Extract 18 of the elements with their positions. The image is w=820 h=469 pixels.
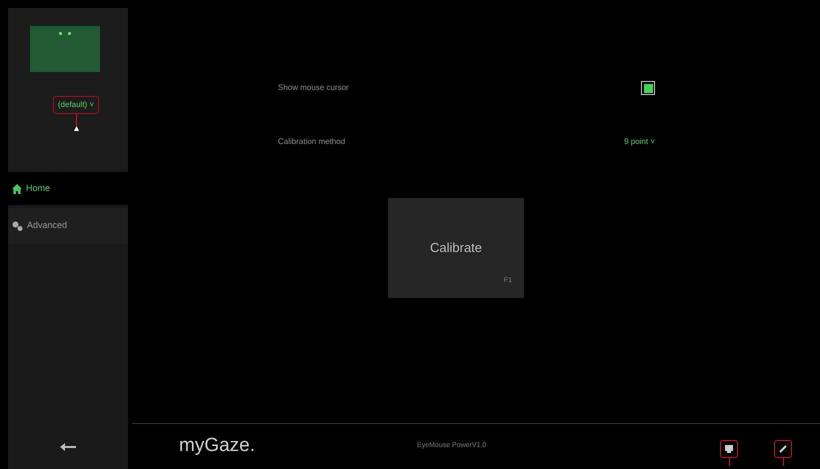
pointer-icon	[74, 126, 78, 131]
profile-dropdown[interactable]: (default) ˅	[52, 96, 100, 114]
pen-icon	[778, 444, 788, 453]
setting-label: Calibration method	[278, 136, 346, 148]
method-dropdown[interactable]: 9 point ˅	[624, 136, 655, 148]
leader-line	[782, 458, 784, 466]
nav-item[interactable]: Home	[8, 172, 128, 205]
edit-button[interactable]	[774, 440, 792, 458]
nav-item[interactable]: Advanced	[8, 208, 128, 244]
home-icon	[12, 184, 22, 194]
checkbox[interactable]	[641, 81, 655, 95]
setting-label: Show mouse cursor	[278, 82, 349, 94]
monitor-icon	[725, 444, 733, 452]
monitor-button[interactable]	[720, 440, 738, 458]
back-arrow-icon	[60, 443, 76, 451]
logo: myGaze.	[179, 434, 256, 458]
gears-icon	[12, 221, 23, 231]
leader-line	[728, 458, 730, 466]
